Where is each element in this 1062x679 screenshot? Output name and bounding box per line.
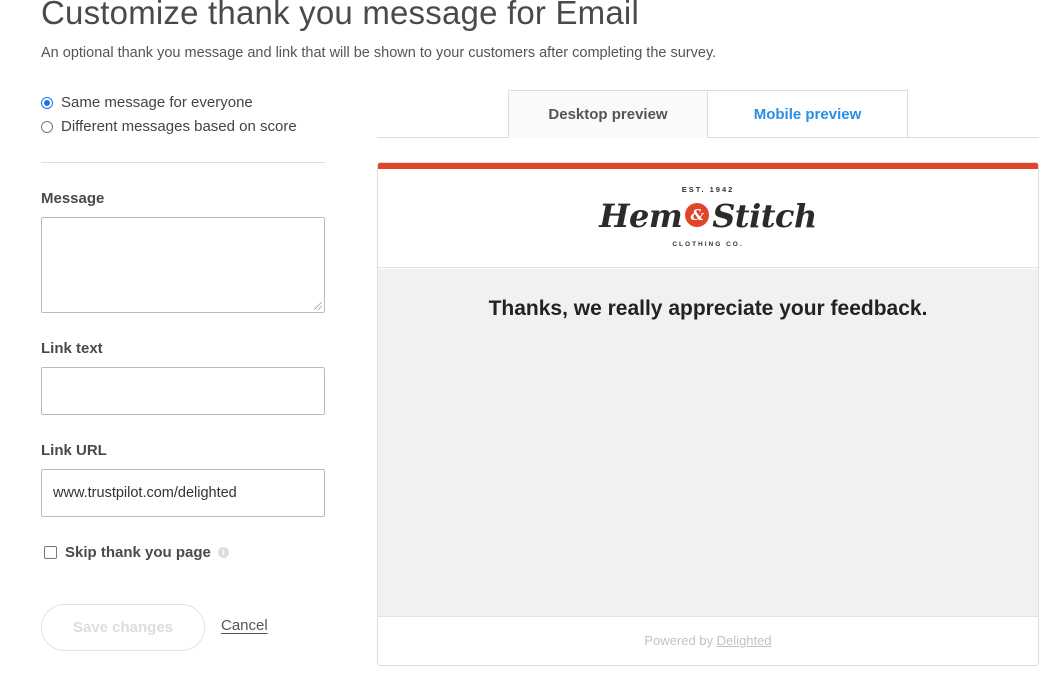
resize-handle-icon[interactable] [314,302,322,310]
radio-same-message[interactable]: Same message for everyone [41,94,253,111]
tab-desktop-preview[interactable]: Desktop preview [508,90,708,138]
logo-ampersand: & [685,202,710,227]
brand-logo: EST. 1942 Hem & Stitch CLOTHING CO. [378,169,1038,268]
message-textarea[interactable] [41,217,325,313]
tab-mobile-preview[interactable]: Mobile preview [707,90,908,138]
skip-label: Skip thank you page [65,544,211,561]
delighted-link[interactable]: Delighted [717,633,772,648]
info-icon[interactable]: i [217,547,229,558]
divider [41,162,325,163]
radio-different-messages[interactable]: Different messages based on score [41,118,297,135]
logo-sub: CLOTHING CO. [672,241,744,248]
message-label: Message [41,190,105,207]
thank-you-message: Thanks, we really appreciate your feedba… [488,297,928,320]
radio-button-selected[interactable] [41,96,53,109]
powered-by: Powered by Delighted [378,633,1038,648]
radio-label: Different messages based on score [61,118,297,135]
powered-by-prefix: Powered by [644,633,714,648]
page-title: Customize thank you message for Email [41,0,639,31]
link-text-input[interactable] [41,367,325,415]
preview-header: EST. 1942 Hem & Stitch CLOTHING CO. [378,169,1038,268]
link-text-label: Link text [41,340,103,357]
link-url-label: Link URL [41,442,107,459]
radio-button[interactable] [41,120,53,133]
desktop-preview-panel: EST. 1942 Hem & Stitch CLOTHING CO. Thanks… [377,162,1039,666]
link-url-input[interactable]: www.trustpilot.com/delighted [41,469,325,517]
skip-thank-you-row[interactable]: Skip thank you page i [44,544,229,561]
preview-body: Thanks, we really appreciate your feedba… [378,269,1038,617]
save-button[interactable]: Save changes [41,604,205,651]
logo-wordmark: Hem & Stitch [378,197,1038,235]
logo-name-right: Stitch [712,197,817,235]
logo-est: EST. 1942 [681,185,735,194]
logo-name-left: Hem [599,197,683,235]
cancel-link[interactable]: Cancel [221,617,268,634]
radio-label: Same message for everyone [61,94,253,111]
page-subtitle: An optional thank you message and link t… [41,45,717,61]
skip-checkbox[interactable] [44,546,57,559]
